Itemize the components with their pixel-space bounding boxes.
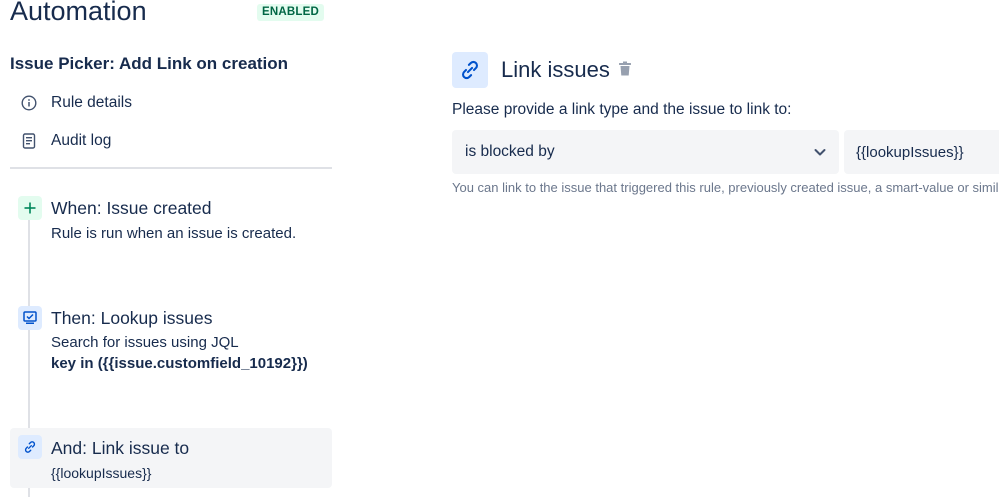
nav-audit-log[interactable]: Audit log xyxy=(18,129,111,153)
step-trigger[interactable]: When: Issue created Rule is run when an … xyxy=(10,194,332,254)
issue-link-input[interactable]: {{lookupIssues}} xyxy=(844,130,999,174)
link-type-value: is blocked by xyxy=(465,143,555,160)
panel-title: Link issues xyxy=(501,57,610,82)
help-text: You can link to the issue that triggered… xyxy=(452,180,999,195)
link-icon xyxy=(452,52,488,88)
page-title: Automation xyxy=(10,0,147,26)
plus-icon xyxy=(18,196,42,220)
chevron-down-icon xyxy=(811,143,829,161)
nav-audit-log-label: Audit log xyxy=(51,132,112,149)
step-jql: key in ({{issue.customfield_10192}}) xyxy=(51,355,308,372)
nav-rule-details[interactable]: Rule details xyxy=(18,91,132,115)
status-badge: ENABLED xyxy=(257,4,324,21)
link-prompt-label: Please provide a link type and the issue… xyxy=(452,101,792,118)
step-description: {{lookupIssues}} xyxy=(51,465,152,481)
link-icon xyxy=(18,435,42,459)
step-title: Then: Lookup issues xyxy=(51,308,213,328)
nav-rule-details-label: Rule details xyxy=(51,94,132,111)
step-link-issue[interactable]: And: Link issue to {{lookupIssues}} xyxy=(10,428,332,488)
rule-name: Issue Picker: Add Link on creation xyxy=(10,54,289,73)
step-description: Rule is run when an issue is created. xyxy=(51,225,297,242)
step-lookup-issues[interactable]: Then: Lookup issues Search for issues us… xyxy=(10,304,332,384)
step-title: And: Link issue to xyxy=(51,438,190,458)
info-icon xyxy=(18,92,40,114)
step-title: When: Issue created xyxy=(51,198,212,218)
trash-icon[interactable] xyxy=(618,61,634,79)
lookup-icon xyxy=(18,306,42,330)
link-type-select[interactable]: is blocked by xyxy=(452,130,839,174)
document-icon xyxy=(18,130,40,152)
divider xyxy=(10,167,332,169)
step-description: Search for issues using JQL xyxy=(51,334,239,351)
